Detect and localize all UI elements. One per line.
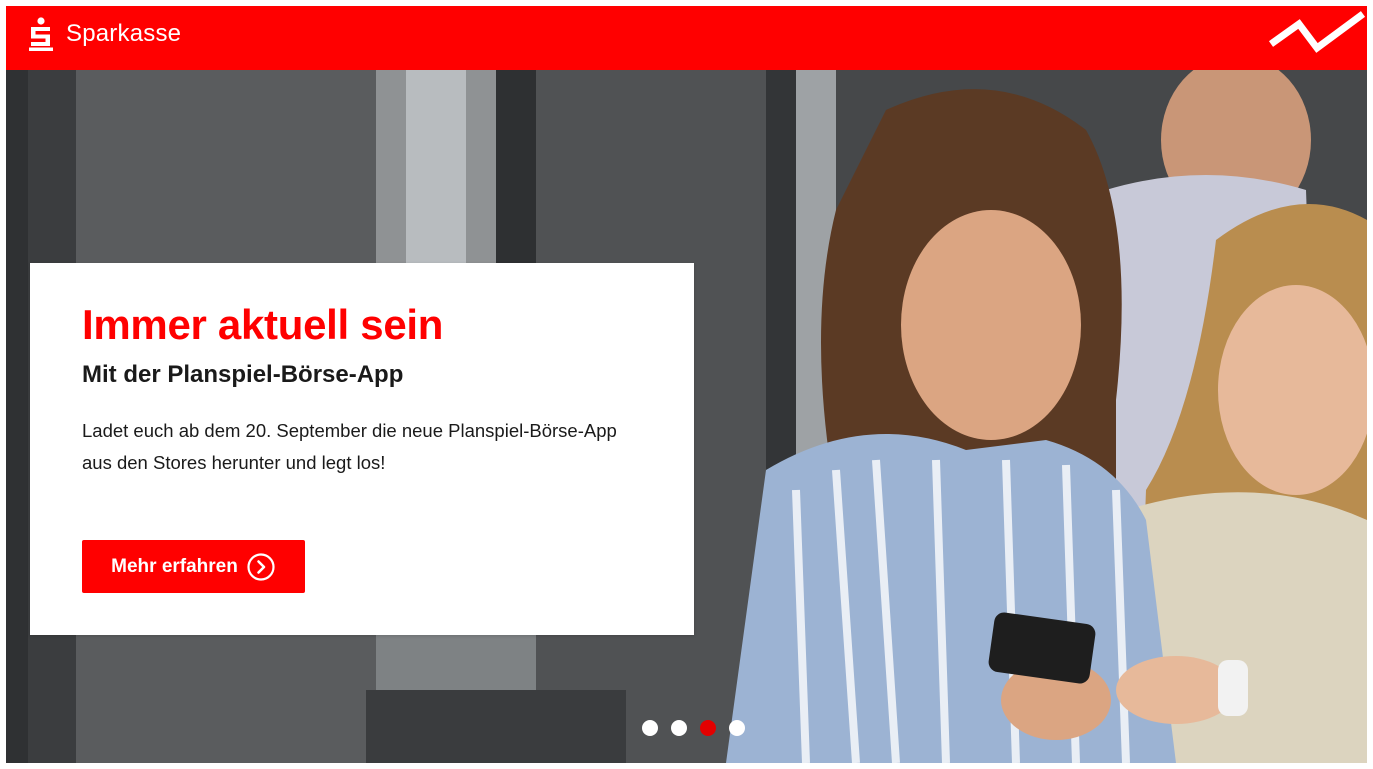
carousel-dot[interactable] bbox=[671, 720, 687, 736]
teaser-subtitle: Mit der Planspiel-Börse-App bbox=[82, 361, 404, 388]
teaser-title: Immer aktuell sein bbox=[82, 301, 444, 348]
teaser-card: Immer aktuell sein Mit der Planspiel-Bör… bbox=[30, 263, 694, 635]
page: Sparkasse Immer aktuell sein Mit der Pla… bbox=[6, 6, 1367, 763]
carousel-dot[interactable] bbox=[729, 720, 745, 736]
wave-line-icon bbox=[1269, 11, 1365, 53]
sparkasse-logo[interactable]: Sparkasse bbox=[28, 16, 181, 52]
carousel-dot-active[interactable] bbox=[700, 720, 716, 736]
sparkasse-s-icon bbox=[29, 17, 53, 51]
mehr-erfahren-button[interactable]: Mehr erfahren bbox=[82, 540, 305, 593]
header-bar: Sparkasse bbox=[6, 6, 1367, 70]
brand-name: Sparkasse bbox=[66, 20, 182, 47]
carousel-dots bbox=[642, 720, 745, 736]
mehr-erfahren-label: Mehr erfahren bbox=[111, 555, 238, 577]
hero-slider: Immer aktuell sein Mit der Planspiel-Bör… bbox=[6, 70, 1367, 763]
teaser-text: Ladet euch ab dem 20. September die neue… bbox=[82, 420, 617, 473]
carousel-dot[interactable] bbox=[642, 720, 658, 736]
chevron-right-circle-icon bbox=[247, 552, 275, 581]
